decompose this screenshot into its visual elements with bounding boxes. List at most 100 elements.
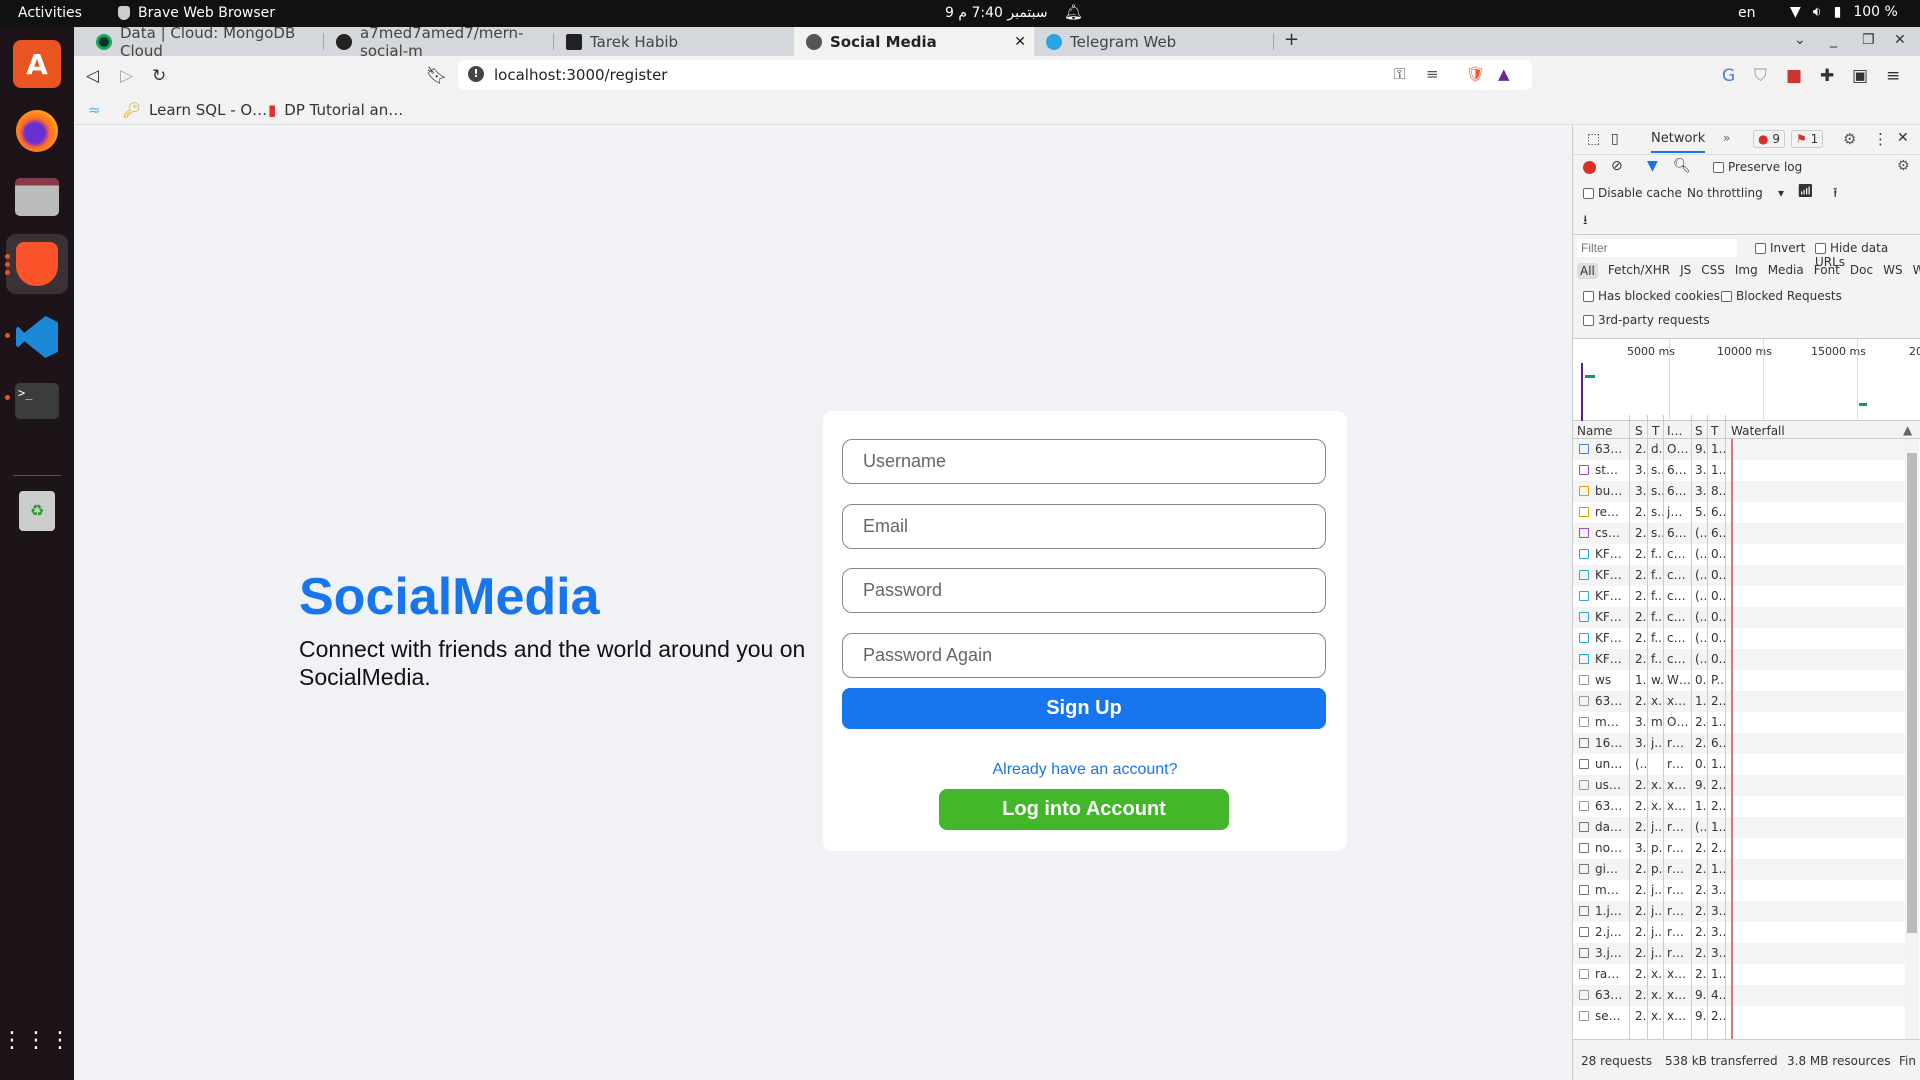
more-tabs-icon[interactable]: » (1723, 131, 1730, 145)
disable-cache-checkbox[interactable]: Disable cache (1583, 186, 1682, 200)
request-row[interactable]: 63… 2. x. x… 1. 2.. (1573, 796, 1905, 817)
terminal-icon[interactable]: >_ (13, 377, 61, 425)
filter-input[interactable] (1577, 239, 1737, 257)
search-icon[interactable]: 🔍︎ (1673, 158, 1691, 174)
request-row[interactable]: gi… 2. p. r… 2. 1.. (1573, 859, 1905, 880)
bookmark-tailwind[interactable]: ≈ (88, 101, 101, 119)
ubuntu-software-icon[interactable]: A (13, 40, 61, 88)
request-row[interactable]: st… 3. s.. 6… 3. 1.. (1573, 460, 1905, 481)
tab-social-media[interactable]: Social Media ✕ (794, 27, 1034, 56)
type-filter-css[interactable]: CSS (1701, 263, 1725, 279)
extension-icon[interactable]: ■ (1786, 66, 1802, 86)
type-filter-media[interactable]: Media (1768, 263, 1804, 279)
scrollbar[interactable] (1905, 439, 1919, 1039)
sign-up-button[interactable]: Sign Up (842, 688, 1326, 729)
request-row[interactable]: 3.j… 2. j.. r… 2. 3.. (1573, 943, 1905, 964)
request-row[interactable]: ws 1. w. W… 0. P.. (1573, 670, 1905, 691)
close-window-button[interactable]: ✕ (1894, 32, 1906, 48)
reload-button[interactable]: ↻ (152, 66, 166, 86)
inspect-element-icon[interactable]: ⬚ (1587, 131, 1600, 147)
error-count-badge[interactable]: ● 9 (1753, 130, 1785, 148)
brave-shields-icon[interactable]: 🛡︎ (1466, 65, 1485, 83)
column-time[interactable]: T (1711, 424, 1718, 438)
username-input[interactable] (842, 439, 1326, 484)
type-filter-js[interactable]: JS (1680, 263, 1691, 279)
bookmark-dp-tutorial[interactable]: ▮ DP Tutorial an… (268, 101, 403, 119)
bookmark-icon[interactable]: 🔖︎ (426, 66, 448, 86)
type-filter-fetch-xhr[interactable]: Fetch/XHR (1608, 263, 1670, 279)
brave-dock-icon[interactable] (6, 234, 68, 294)
request-row[interactable]: un… (.. r… 0. 1.. (1573, 754, 1905, 775)
tab-network[interactable]: Network (1651, 131, 1706, 153)
main-menu-icon[interactable]: ≡ (1886, 66, 1900, 86)
blocked-requests-checkbox[interactable]: Blocked Requests (1721, 289, 1842, 303)
email-input[interactable] (842, 504, 1326, 549)
column-initiator[interactable]: I… (1667, 424, 1683, 438)
show-applications-icon[interactable]: ⋮⋮⋮ (1, 1017, 71, 1065)
request-row[interactable]: KF… 2. f.. c… (.. 0.. (1573, 607, 1905, 628)
activities-button[interactable]: Activities (18, 5, 82, 21)
firefox-icon[interactable] (13, 107, 61, 155)
column-size[interactable]: S (1695, 424, 1703, 438)
extensions-puzzle-icon[interactable]: ✚ (1820, 66, 1834, 86)
trash-icon[interactable]: ♻ (13, 487, 61, 535)
files-icon[interactable] (13, 173, 61, 221)
request-row[interactable]: re… 2. s.. j… 5. 6.. (1573, 502, 1905, 523)
throttling-select[interactable]: No throttling ▾ (1687, 186, 1784, 200)
request-row[interactable]: 16… 3. j.. r… 2. 6.. (1573, 733, 1905, 754)
request-row[interactable]: m… 2. j.. r… 2. 3.. (1573, 880, 1905, 901)
site-info-icon[interactable]: ! (468, 66, 484, 82)
shield-extension-icon[interactable]: ⛉ (1754, 66, 1767, 86)
tab-tarek-habib[interactable]: Tarek Habib (554, 27, 794, 56)
type-filter-img[interactable]: Img (1735, 263, 1758, 279)
request-row[interactable]: KF… 2. f.. c… (.. 0.. (1573, 586, 1905, 607)
request-row[interactable]: m… 3. m O… 2. 1.. (1573, 712, 1905, 733)
tab-search-icon[interactable]: ⌄ (1794, 32, 1806, 48)
record-button[interactable] (1583, 161, 1596, 174)
log-into-account-button[interactable]: Log into Account (939, 789, 1229, 830)
forward-button[interactable]: ▷ (120, 66, 133, 86)
issue-count-badge[interactable]: ⚑ 1 (1791, 130, 1824, 148)
request-row[interactable]: KF… 2. f.. c… (.. 0.. (1573, 649, 1905, 670)
restore-button[interactable]: ❐ (1862, 32, 1875, 48)
url-text[interactable]: localhost:3000/register (494, 66, 667, 84)
already-have-account-link[interactable]: Already have an account? (823, 761, 1347, 779)
request-row[interactable]: KF… 2. f.. c… (.. 0.. (1573, 628, 1905, 649)
back-button[interactable]: ◁ (86, 66, 99, 86)
request-row[interactable]: 63… 2. x. x… 1. 2.. (1573, 691, 1905, 712)
type-filter-doc[interactable]: Doc (1850, 263, 1873, 279)
close-tab-icon[interactable]: ✕ (1014, 34, 1026, 50)
translate-extension-icon[interactable]: G (1722, 66, 1735, 86)
column-waterfall[interactable]: Waterfall (1731, 424, 1785, 438)
key-icon[interactable]: ⚿ (1394, 65, 1405, 83)
vscode-icon[interactable] (13, 313, 61, 361)
third-party-requests-checkbox[interactable]: 3rd-party requests (1583, 313, 1710, 327)
network-settings-icon[interactable]: ⚙ (1897, 158, 1910, 174)
network-conditions-icon[interactable]: 📶︎ (1797, 184, 1814, 199)
wallet-icon[interactable]: ▣ (1852, 66, 1868, 86)
request-row[interactable]: KF… 2. f.. c… (.. 0.. (1573, 544, 1905, 565)
request-row[interactable]: da… 2. j.. r… (.. 1.. (1573, 817, 1905, 838)
invert-checkbox[interactable]: Invert (1755, 241, 1805, 255)
type-filter-wasm[interactable]: Was (1913, 263, 1920, 279)
request-row[interactable]: 1.j… 2. j.. r… 2. 3.. (1573, 901, 1905, 922)
sort-ascending-icon[interactable]: ▲ (1903, 423, 1912, 437)
request-row[interactable]: no… 3. p. r… 2. 2.. (1573, 838, 1905, 859)
language-indicator[interactable]: en (1738, 5, 1756, 21)
password-input[interactable] (842, 568, 1326, 613)
app-menu[interactable]: Brave Web Browser (118, 5, 275, 21)
request-row[interactable]: 63… 2. d. O… 9. 1.. (1573, 439, 1905, 460)
type-filter-all[interactable]: All (1577, 263, 1598, 279)
has-blocked-cookies-checkbox[interactable]: Has blocked cookies (1583, 289, 1720, 303)
request-row[interactable]: KF… 2. f.. c… (.. 0.. (1573, 565, 1905, 586)
preserve-log-checkbox[interactable]: Preserve log (1713, 160, 1802, 174)
column-name[interactable]: Name (1577, 424, 1612, 438)
reader-mode-icon[interactable]: ≡ (1426, 65, 1439, 83)
export-har-icon[interactable]: ⭳ (1583, 211, 1588, 233)
settings-icon[interactable]: ⚙ (1843, 130, 1856, 148)
more-options-icon[interactable]: ⋮ (1873, 130, 1888, 148)
clock[interactable]: 9 سبتمبر 7:40 م (945, 5, 1048, 21)
request-row[interactable]: 2.j… 2. j.. r… 2. 3.. (1573, 922, 1905, 943)
request-row[interactable]: cs… 2. s.. 6… (.. 6.. (1573, 523, 1905, 544)
filter-icon[interactable]: ▼ (1647, 158, 1658, 174)
